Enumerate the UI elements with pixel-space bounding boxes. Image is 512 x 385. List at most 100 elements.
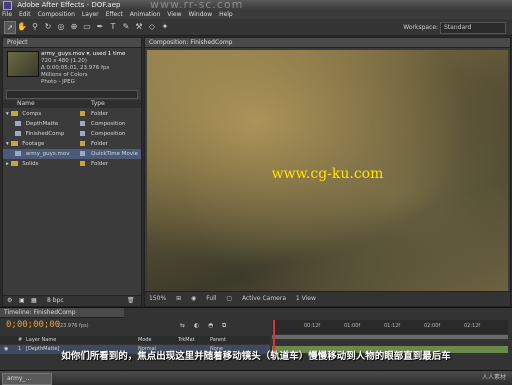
project-panel: Project army_guys.mov ▾, used 1 time 720…: [2, 37, 142, 307]
menu-bar: File Edit Composition Layer Effect Anima…: [0, 10, 512, 19]
tick-label: 01:12f: [384, 323, 401, 329]
menu-animation[interactable]: Animation: [130, 11, 161, 18]
app-icon: [3, 1, 12, 10]
rectangle-mask-icon[interactable]: ▭: [82, 21, 92, 32]
folder-icon: [10, 111, 18, 116]
eraser-tool-icon[interactable]: ◇: [147, 21, 157, 32]
watermark-bottom: 人人素材: [481, 374, 506, 381]
frame-rate: (23.976 fps): [58, 323, 89, 329]
camera-dropdown[interactable]: Active Camera: [242, 295, 286, 302]
selected-item-colors: Millions of Colors: [41, 72, 88, 78]
graph-editor-icon[interactable]: ⧉: [222, 322, 226, 330]
item-name: army_guys.mov: [25, 151, 70, 157]
pen-tool-icon[interactable]: ✒: [95, 21, 105, 32]
window-title: Adobe After Effects - DOF.aep: [17, 1, 121, 9]
current-time-display[interactable]: 0;00;00;00: [6, 320, 60, 330]
new-composition-icon[interactable]: ▦: [31, 297, 37, 304]
puppet-tool-icon[interactable]: ✦: [160, 21, 170, 32]
selection-tool-icon[interactable]: ➚: [4, 21, 16, 34]
snapshot-icon[interactable]: ◉: [191, 295, 196, 302]
work-area-bar[interactable]: [272, 335, 508, 339]
column-layer-name[interactable]: Layer Name: [26, 336, 56, 344]
column-mode[interactable]: Mode: [138, 336, 152, 344]
text-tool-icon[interactable]: T: [108, 21, 118, 32]
composition-icon: [15, 121, 21, 126]
tick-label: 00:12f: [304, 323, 321, 329]
menu-composition[interactable]: Composition: [38, 11, 75, 18]
project-column-header: Name Type: [3, 100, 141, 108]
item-type: Composition: [91, 131, 126, 137]
label-color-tag[interactable]: [80, 141, 85, 146]
column-name[interactable]: Name: [17, 100, 35, 108]
list-item[interactable]: ▾ Comps Folder: [3, 109, 141, 119]
column-trkmat[interactable]: TrkMat: [178, 336, 195, 344]
selected-item-name: army_guys.mov ▾, used 1 time: [41, 51, 126, 57]
brush-tool-icon[interactable]: ✎: [121, 21, 131, 32]
orbit-camera-icon[interactable]: ◎: [56, 21, 66, 32]
zoom-level[interactable]: 150%: [149, 295, 166, 302]
label-color-tag[interactable]: [80, 131, 85, 136]
label-color-tag[interactable]: [80, 121, 85, 126]
list-item[interactable]: ▸ Solids Folder: [3, 159, 141, 169]
trash-icon[interactable]: 🗑: [127, 297, 135, 304]
item-name: DepthMatte: [25, 121, 59, 127]
column-number: #: [18, 337, 23, 343]
list-item[interactable]: army_guys.mov QuickTime Movie: [3, 149, 141, 159]
draft-3d-icon[interactable]: ◐: [194, 322, 199, 329]
workspace-dropdown[interactable]: Standard: [440, 22, 506, 34]
column-parent[interactable]: Parent: [210, 336, 226, 344]
taskbar-item[interactable]: army_...: [2, 373, 52, 385]
taskbar: army_... 人人素材: [0, 370, 512, 385]
menu-layer[interactable]: Layer: [82, 11, 99, 18]
tick-label: 01:00f: [344, 323, 361, 329]
label-color-tag[interactable]: [80, 151, 85, 156]
selected-item-codec: Photo - JPEG: [41, 79, 75, 85]
menu-edit[interactable]: Edit: [19, 11, 31, 18]
bit-depth[interactable]: 8 bpc: [47, 297, 64, 304]
menu-effect[interactable]: Effect: [106, 11, 123, 18]
grid-icon[interactable]: ⊞: [176, 295, 181, 302]
menu-view[interactable]: View: [167, 11, 181, 18]
expand-arrow-icon[interactable]: ▾: [6, 141, 9, 147]
tab-project[interactable]: Project: [3, 38, 141, 48]
list-item[interactable]: FinishedComp Composition: [3, 129, 141, 139]
item-type: Folder: [91, 141, 108, 147]
footage-thumbnail: [7, 51, 39, 77]
expand-arrow-icon[interactable]: ▸: [6, 161, 9, 167]
tick-label: 02:12f: [464, 323, 481, 329]
column-type[interactable]: Type: [91, 100, 105, 108]
time-ruler[interactable]: 00:12f 01:00f 01:12f 02:00f 02:12f: [272, 320, 508, 334]
subtitle-caption: 如你们所看到的，焦点出现这里并随着移动镜头（轨道车）慢慢移动到人物的眼部直到最后…: [61, 351, 451, 362]
zoom-tool-icon[interactable]: ⚲: [30, 21, 40, 32]
expand-arrow-icon[interactable]: ▾: [6, 111, 9, 117]
menu-window[interactable]: Window: [188, 11, 212, 18]
tab-composition[interactable]: Composition: FinishedComp: [145, 38, 510, 48]
clone-stamp-icon[interactable]: ⚒: [134, 21, 144, 32]
list-item[interactable]: DepthMatte Composition: [3, 119, 141, 129]
pan-behind-icon[interactable]: ⊕: [69, 21, 79, 32]
watermark-top: www.rr-sc.com: [150, 0, 244, 11]
project-search-input[interactable]: [6, 90, 138, 99]
title-bar: Adobe After Effects - DOF.aep: [0, 0, 512, 10]
tab-timeline[interactable]: Timeline: FinishedComp: [0, 308, 124, 318]
hand-tool-icon[interactable]: ✋: [17, 21, 27, 32]
region-of-interest-icon[interactable]: ▢: [226, 295, 232, 302]
composition-viewer[interactable]: www.cg-ku.com: [147, 50, 508, 291]
views-dropdown[interactable]: 1 View: [296, 295, 316, 302]
rotate-tool-icon[interactable]: ↻: [43, 21, 53, 32]
new-folder-icon[interactable]: ▣: [19, 297, 25, 304]
list-item[interactable]: ▾ Footage Folder: [3, 139, 141, 149]
comp-mini-flowchart-icon[interactable]: ⇆: [180, 322, 185, 329]
item-type: Folder: [91, 111, 108, 117]
workspace-selector: Workspace: Standard: [376, 22, 506, 34]
label-color-tag[interactable]: [80, 111, 85, 116]
label-color-tag[interactable]: [80, 161, 85, 166]
interpret-footage-icon[interactable]: ⚙: [7, 297, 12, 304]
viewer-footer: 150% ⊞ ◉ Full ▢ Active Camera 1 View: [145, 291, 510, 306]
folder-icon: [10, 141, 18, 146]
resolution-dropdown[interactable]: Full: [206, 295, 216, 302]
selected-item-duration: Δ 0;00;05;01, 23.976 fps: [41, 65, 110, 71]
motion-blur-icon[interactable]: ◓: [208, 322, 213, 329]
menu-help[interactable]: Help: [219, 11, 233, 18]
menu-file[interactable]: File: [2, 11, 12, 18]
